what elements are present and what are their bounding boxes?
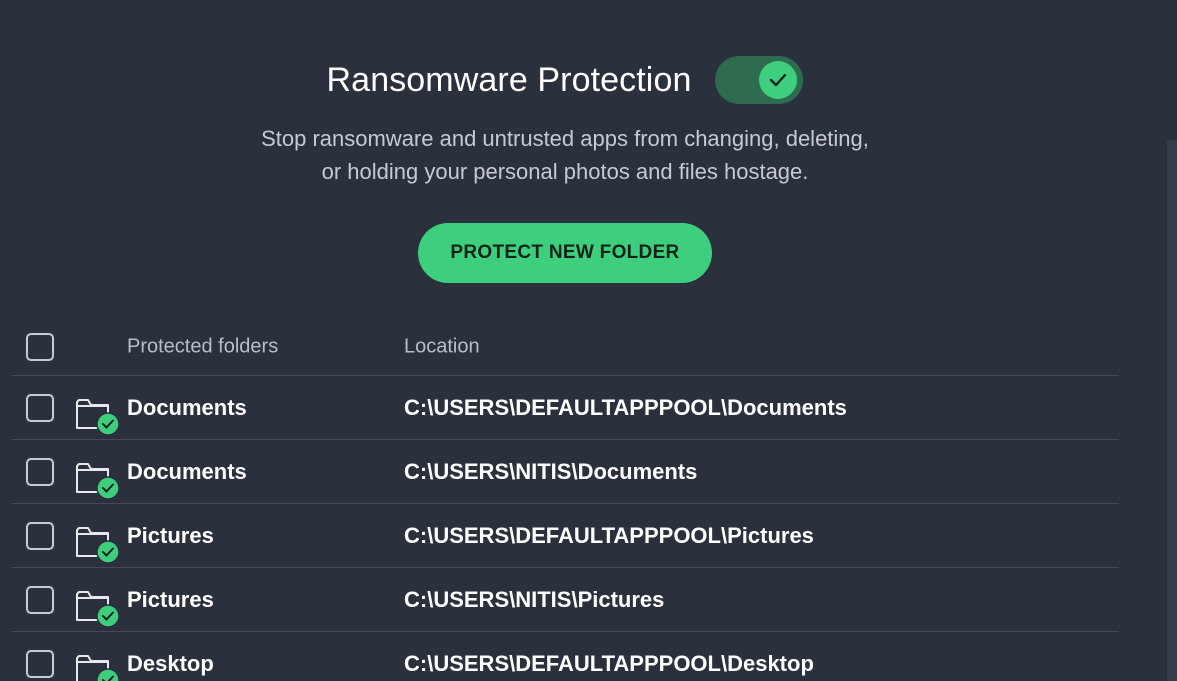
column-header-location: Location <box>404 335 480 357</box>
table-header-row: Protected folders Location <box>12 318 1119 376</box>
table-row[interactable]: Documents C:\USERS\DEFAULTAPPPOOL\Docume… <box>12 376 1119 440</box>
folder-name: Pictures <box>127 522 214 548</box>
check-icon <box>770 73 787 87</box>
column-header-protected-folders: Protected folders <box>127 335 279 357</box>
check-badge-icon <box>96 603 120 628</box>
check-badge-icon <box>96 411 120 436</box>
folder-name: Pictures <box>127 586 214 612</box>
folder-location: C:\USERS\NITIS\Documents <box>404 458 698 484</box>
description: Stop ransomware and untrusted apps from … <box>0 122 1130 188</box>
toggle-knob <box>759 61 798 99</box>
ransomware-protection-page: Ransomware Protection Stop ransomware an… <box>0 0 1177 681</box>
folder-name: Desktop <box>127 650 214 676</box>
protection-toggle[interactable] <box>715 56 804 104</box>
check-badge-icon <box>96 539 120 564</box>
table-row[interactable]: Desktop C:\USERS\DEFAULTAPPPOOL\Desktop <box>12 632 1119 681</box>
folder-icon <box>76 654 120 681</box>
folder-location: C:\USERS\NITIS\Pictures <box>404 586 665 612</box>
select-all-checkbox[interactable] <box>26 332 54 361</box>
table-row[interactable]: Pictures C:\USERS\DEFAULTAPPPOOL\Picture… <box>12 504 1119 568</box>
folder-icon <box>76 462 120 500</box>
row-checkbox[interactable] <box>26 457 54 486</box>
folder-name: Documents <box>127 394 247 420</box>
row-checkbox[interactable] <box>26 649 54 678</box>
folder-name: Documents <box>127 458 247 484</box>
description-line-1: Stop ransomware and untrusted apps from … <box>261 126 869 151</box>
folder-location: C:\USERS\DEFAULTAPPPOOL\Documents <box>404 394 847 420</box>
folder-icon <box>76 526 120 564</box>
scrollbar[interactable] <box>1167 140 1177 681</box>
header: Ransomware Protection <box>0 56 1130 104</box>
folder-icon <box>76 590 120 628</box>
row-checkbox[interactable] <box>26 521 54 550</box>
protect-new-folder-button[interactable]: PROTECT NEW FOLDER <box>418 223 712 283</box>
folder-location: C:\USERS\DEFAULTAPPPOOL\Pictures <box>404 522 814 548</box>
table-row[interactable]: Pictures C:\USERS\NITIS\Pictures <box>12 568 1119 632</box>
folder-location: C:\USERS\DEFAULTAPPPOOL\Desktop <box>404 650 814 676</box>
folder-icon <box>76 398 120 436</box>
row-checkbox[interactable] <box>26 585 54 614</box>
page-title: Ransomware Protection <box>326 60 692 99</box>
check-badge-icon <box>96 475 120 500</box>
description-line-2: or holding your personal photos and file… <box>321 159 809 184</box>
protected-folders-table: Protected folders Location Documents C:\… <box>12 318 1119 681</box>
check-badge-icon <box>96 667 120 681</box>
table-row[interactable]: Documents C:\USERS\NITIS\Documents <box>12 440 1119 504</box>
row-checkbox[interactable] <box>26 393 54 422</box>
